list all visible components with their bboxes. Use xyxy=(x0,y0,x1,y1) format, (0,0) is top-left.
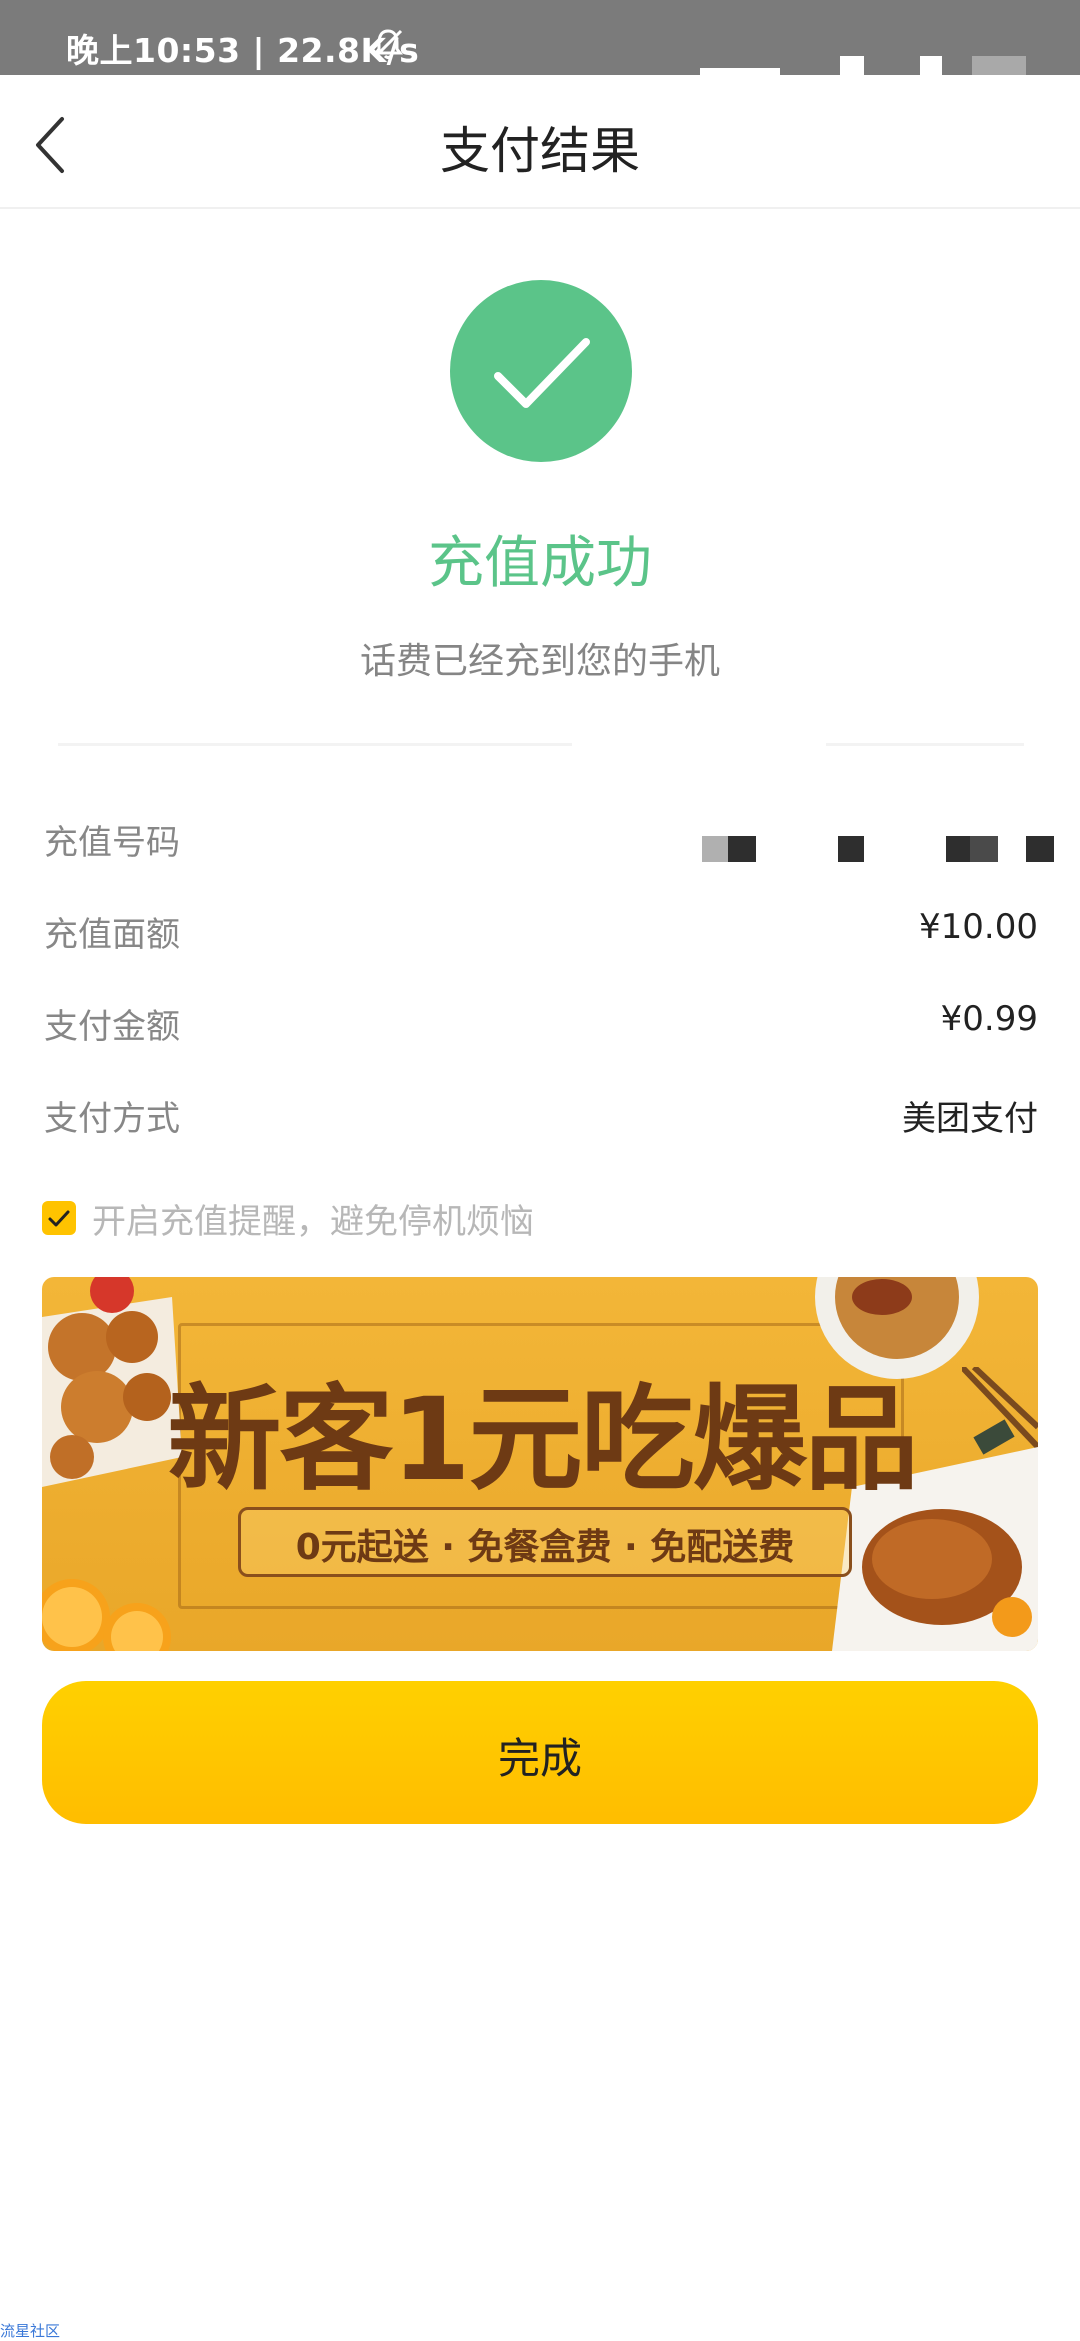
divider xyxy=(826,743,1024,746)
recharge-amount-value: ¥10.00 xyxy=(919,907,1038,947)
payment-method-value: 美团支付 xyxy=(902,1099,1038,1139)
masked-digit xyxy=(970,836,998,862)
watermark: 流星社区 xyxy=(0,2322,61,2340)
status-signal-block xyxy=(840,56,864,75)
banner-headline: 新客1元吃爆品 xyxy=(167,1373,918,1506)
masked-digit xyxy=(728,836,756,862)
reminder-checkbox[interactable] xyxy=(42,1201,76,1235)
masked-digit xyxy=(838,836,864,862)
orange-slice-image xyxy=(42,1579,171,1651)
result-subtitle: 话费已经充到您的手机 xyxy=(359,641,720,682)
success-badge xyxy=(450,280,632,462)
paid-amount-label: 支付金额 xyxy=(44,1007,180,1047)
recharge-number-label: 充值号码 xyxy=(44,823,180,863)
masked-digit xyxy=(946,836,970,862)
done-button-label: 完成 xyxy=(497,1734,582,1783)
status-edge-block xyxy=(700,68,780,75)
page-title: 支付结果 xyxy=(440,122,640,180)
status-battery-block xyxy=(972,56,1026,75)
nav-bar: 支付结果 xyxy=(0,75,1080,209)
banner-subpill: 0元起送 · 免餐盒费 · 免配送费 xyxy=(238,1507,852,1577)
result-title: 充值成功 xyxy=(428,531,652,596)
bell-mute-icon xyxy=(373,29,403,59)
recharge-amount-label: 充值面额 xyxy=(44,915,180,955)
check-icon xyxy=(48,1210,70,1227)
checkmark-icon xyxy=(494,338,590,408)
paid-amount-value: ¥0.99 xyxy=(940,999,1038,1039)
masked-digit xyxy=(1026,836,1054,862)
status-signal-block xyxy=(920,56,942,75)
done-button[interactable]: 完成 xyxy=(42,1681,1038,1824)
status-bar: 晚上10:53 | 22.8K/s xyxy=(0,0,1080,75)
reminder-text[interactable]: 开启充值提醒，避免停机烦恼 xyxy=(92,1194,534,1243)
banner-subline: 0元起送 · 免餐盒费 · 免配送费 xyxy=(295,1527,795,1568)
masked-digit xyxy=(702,836,728,862)
divider xyxy=(58,743,572,746)
promo-banner[interactable]: 新客1元吃爆品 0元起送 · 免餐盒费 · 免配送费 xyxy=(42,1277,1038,1651)
payment-method-label: 支付方式 xyxy=(44,1099,180,1139)
status-time-speed: 晚上10:53 | 22.8K/s xyxy=(66,31,420,70)
